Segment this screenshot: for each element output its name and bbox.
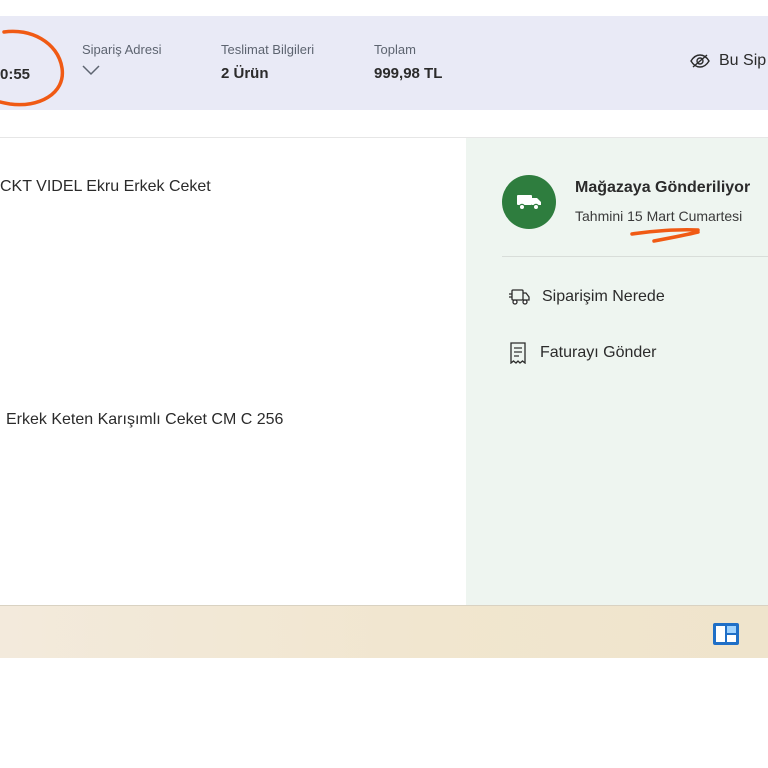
- delivery-label: Teslimat Bilgileri: [221, 42, 315, 57]
- delivery-info: Teslimat Bilgileri 2 Ürün: [221, 42, 314, 82]
- product-list: CKT VIDEL Ekru Erkek Ceket Erkek Keten K…: [0, 138, 466, 605]
- address-label: Sipariş Adresi: [82, 42, 162, 57]
- delivery-count: 2 Ürün: [221, 65, 269, 82]
- top-gap: [0, 0, 768, 16]
- status-divider: [502, 256, 768, 257]
- hide-order-button[interactable]: Bu Sip: [690, 52, 766, 70]
- order-header: 0:55 Sipariş Adresi Teslimat Bilgileri 2…: [0, 16, 768, 110]
- total-value: 999,98 TL: [374, 65, 443, 82]
- blank-area: [0, 658, 768, 768]
- address-toggle[interactable]: Sipariş Adresi: [82, 42, 161, 82]
- hide-order-label: Bu Sip: [719, 52, 767, 69]
- eye-off-icon: [690, 54, 710, 68]
- receipt-icon: [510, 342, 526, 364]
- estimated-delivery: Tahmini 15 Mart Cumartesi: [575, 208, 743, 224]
- truck-outline-icon: [509, 289, 530, 305]
- track-order-link[interactable]: Siparişim Nerede: [508, 288, 665, 306]
- track-order-label: Siparişim Nerede: [542, 288, 665, 305]
- widgets-icon[interactable]: [712, 622, 740, 646]
- total-label: Toplam: [374, 42, 416, 57]
- truck-icon: [517, 195, 541, 211]
- send-invoice-label: Faturayı Gönder: [540, 344, 657, 361]
- shipping-status-icon: [502, 175, 556, 229]
- total-info: Toplam 999,98 TL: [374, 42, 442, 82]
- shipment-status: Mağazaya Gönderiliyor: [575, 179, 751, 196]
- chevron-down-icon: [82, 65, 100, 76]
- shipment-panel: Mağazaya Gönderiliyor Tahmini 15 Mart Cu…: [466, 138, 768, 605]
- order-time: 0:55: [0, 66, 31, 83]
- windows-taskbar: [0, 605, 768, 658]
- product-name-1[interactable]: CKT VIDEL Ekru Erkek Ceket: [0, 178, 211, 196]
- send-invoice-link[interactable]: Faturayı Gönder: [508, 342, 657, 364]
- product-name-2[interactable]: Erkek Keten Karışımlı Ceket CM C 256: [6, 411, 283, 429]
